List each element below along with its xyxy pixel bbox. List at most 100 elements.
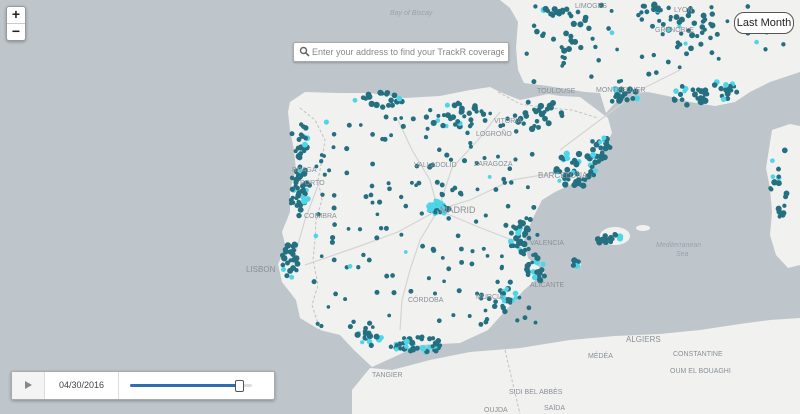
coverage-dot bbox=[297, 206, 304, 213]
city-label-montpellier: MONTPELLIER bbox=[596, 87, 645, 94]
coverage-dot bbox=[389, 133, 394, 138]
coverage-dot bbox=[387, 186, 392, 192]
coverage-dot bbox=[548, 104, 554, 111]
coverage-dot bbox=[665, 59, 671, 65]
coverage-dot bbox=[702, 17, 708, 22]
city-label-tangier: TANGIER bbox=[372, 372, 403, 379]
coverage-dot bbox=[646, 71, 652, 77]
coverage-dot bbox=[440, 122, 446, 129]
coverage-dot bbox=[716, 56, 721, 61]
coverage-dot bbox=[468, 144, 473, 149]
coverage-dot bbox=[609, 98, 615, 104]
city-label-vitoria: VITORIA bbox=[494, 118, 522, 125]
timeline-slider[interactable] bbox=[130, 380, 252, 392]
coverage-dot bbox=[455, 233, 461, 239]
coverage-dot bbox=[390, 273, 395, 278]
coverage-dot bbox=[482, 155, 487, 161]
coverage-dot bbox=[639, 54, 645, 60]
coverage-dot bbox=[673, 14, 680, 21]
coverage-dot bbox=[296, 190, 302, 196]
coverage-dot bbox=[533, 108, 539, 115]
coverage-dot bbox=[512, 290, 519, 297]
coverage-dot bbox=[598, 154, 605, 160]
coverage-dot bbox=[440, 255, 445, 260]
city-label-murcia: MURCIA bbox=[476, 294, 504, 301]
coverage-dot bbox=[515, 229, 522, 236]
coverage-map[interactable]: Bay of Biscay Mediterranean Sea LIMOGES … bbox=[0, 0, 800, 414]
coverage-dot bbox=[695, 34, 700, 39]
coverage-dot bbox=[484, 317, 490, 322]
coverage-dot bbox=[354, 331, 361, 338]
coverage-dot bbox=[468, 141, 473, 146]
timeline-slider-handle[interactable] bbox=[234, 380, 244, 392]
coverage-dot bbox=[598, 145, 604, 151]
coverage-dot bbox=[558, 154, 565, 161]
coverage-dot bbox=[682, 88, 687, 94]
coverage-dot bbox=[720, 96, 727, 102]
city-label-valladolid: VALLADOLID bbox=[414, 162, 457, 169]
sea-label-mediterranean: Mediterranean bbox=[656, 242, 701, 249]
coverage-dot bbox=[534, 28, 540, 35]
address-search-input[interactable] bbox=[312, 43, 504, 61]
coverage-dot bbox=[534, 119, 540, 124]
coverage-dot bbox=[491, 303, 498, 310]
coverage-dot bbox=[356, 265, 361, 270]
coverage-dot bbox=[346, 227, 351, 231]
city-label-saida: SAÏDA bbox=[544, 404, 565, 412]
coverage-dot bbox=[319, 323, 324, 329]
coverage-dot bbox=[344, 170, 350, 176]
coverage-dot bbox=[688, 45, 694, 52]
coverage-dot bbox=[436, 113, 441, 118]
coverage-dot bbox=[612, 232, 619, 238]
coverage-dot bbox=[290, 265, 297, 272]
coverage-dot bbox=[513, 129, 519, 134]
coverage-dot bbox=[699, 24, 706, 30]
zoom-out-button[interactable]: − bbox=[7, 23, 25, 40]
coverage-dot bbox=[708, 35, 713, 41]
coverage-dot bbox=[458, 246, 464, 252]
zoom-in-button[interactable]: + bbox=[7, 7, 25, 23]
coverage-dot bbox=[333, 291, 338, 297]
coverage-dot bbox=[616, 79, 622, 84]
coverage-dot bbox=[524, 51, 529, 56]
coverage-dot bbox=[541, 273, 547, 279]
coverage-dot bbox=[567, 11, 572, 16]
coverage-dot bbox=[598, 140, 603, 145]
coverage-dot bbox=[408, 288, 414, 294]
coverage-dot bbox=[708, 21, 713, 27]
coverage-dot bbox=[296, 212, 302, 219]
coverage-dot bbox=[331, 257, 337, 263]
coverage-dot bbox=[469, 261, 475, 267]
coverage-dot bbox=[602, 238, 609, 246]
play-button[interactable] bbox=[12, 372, 45, 399]
coverage-dot bbox=[347, 324, 353, 330]
coverage-dot bbox=[540, 33, 546, 39]
coverage-dot bbox=[469, 121, 474, 127]
coverage-dot bbox=[411, 345, 416, 350]
coverage-dot bbox=[351, 319, 356, 325]
coverage-dot bbox=[570, 41, 574, 45]
coverage-dot bbox=[380, 91, 385, 96]
coverage-dot bbox=[551, 6, 558, 13]
last-month-button[interactable]: Last Month bbox=[734, 12, 794, 34]
city-label-grenoble: GRENOBLE bbox=[655, 27, 694, 34]
coverage-dot bbox=[416, 180, 422, 186]
coverage-dot bbox=[319, 254, 324, 259]
coverage-dot bbox=[770, 174, 776, 180]
city-label-valencia: VALENCIA bbox=[530, 240, 564, 247]
coverage-dot bbox=[468, 117, 474, 123]
coverage-dot bbox=[287, 249, 293, 255]
city-label-sidi-bel-abbes: SIDI BEL ABBÈS bbox=[509, 387, 563, 396]
coverage-dot bbox=[400, 123, 406, 129]
coverage-dot bbox=[501, 176, 507, 182]
coverage-dot bbox=[698, 41, 704, 47]
coverage-dot bbox=[367, 320, 373, 326]
zoom-control: + − bbox=[6, 6, 26, 41]
play-icon bbox=[25, 381, 32, 389]
coverage-dot bbox=[644, 9, 650, 15]
coverage-dot bbox=[538, 267, 545, 273]
city-label-braga: BRAGA bbox=[292, 167, 317, 174]
coverage-dot bbox=[457, 190, 464, 196]
coverage-dot bbox=[439, 182, 445, 188]
coverage-dot bbox=[511, 224, 516, 229]
